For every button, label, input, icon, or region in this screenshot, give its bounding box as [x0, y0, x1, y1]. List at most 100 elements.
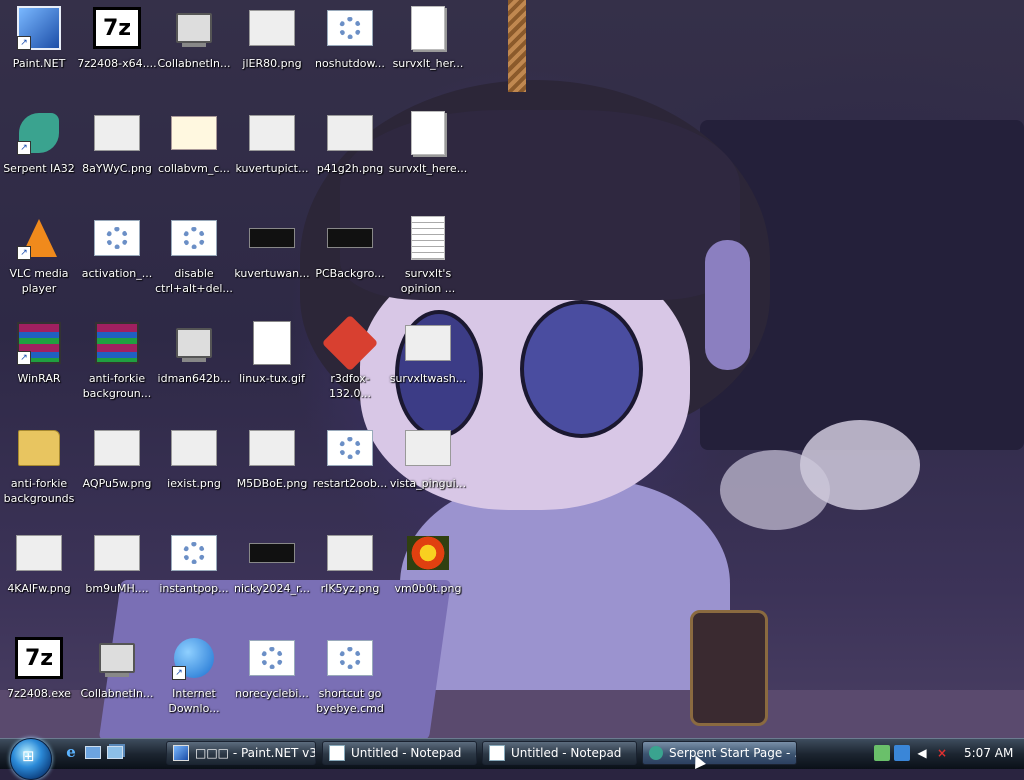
desktop-icon-label: survxlt_here... — [388, 162, 468, 175]
desktop-icon-label: Paint.NET — [12, 57, 66, 70]
desktop-icon[interactable]: r3dfox-132.0... — [311, 314, 389, 419]
wallpaper-cat-plush — [800, 420, 920, 510]
desktop-icon-label: norecyclebi... — [235, 687, 309, 700]
desktop-icon[interactable]: anti-forkie backgrounds — [0, 420, 78, 524]
shortcut-arrow-icon: ↗ — [17, 351, 31, 365]
desktop-icon-label: iexist.png — [167, 477, 221, 490]
desktop-icon-label: linux-tux.gif — [239, 372, 305, 385]
desktop-icon[interactable]: activation_... — [78, 210, 156, 314]
show-desktop-icon[interactable] — [84, 743, 102, 761]
desktop-icon[interactable]: 4KAlFw.png — [0, 525, 78, 629]
desktop-icon[interactable]: CollabnetIn... — [155, 0, 233, 104]
switch-windows-icon[interactable] — [106, 743, 124, 761]
desktop-icon-label: activation_... — [81, 267, 153, 280]
desktop-icon-label: PCBackgro... — [315, 267, 385, 280]
desktop-icon[interactable]: survxlt_her... — [389, 0, 467, 104]
desktop-icon[interactable]: ↗ Internet Downlo... — [155, 630, 233, 734]
desktop-icon[interactable]: survxlt_here... — [389, 105, 467, 209]
desktop-icon-label: kuvertupict... — [235, 162, 309, 175]
desktop-icon[interactable]: survxlt's opinion ... — [389, 210, 467, 314]
desktop-icon-label: VLC media player — [9, 267, 69, 295]
desktop-icon-label: instantpop... — [159, 582, 229, 595]
serpent-dragon-icon: ↗ — [15, 109, 63, 157]
desktop-icon-label: p41g2h.png — [316, 162, 384, 175]
shortcut-arrow-icon: ↗ — [172, 666, 186, 680]
desktop-icon[interactable]: norecyclebi... — [233, 630, 311, 734]
installer-icon — [170, 319, 218, 367]
desktop-icon[interactable]: CollabnetIn... — [78, 630, 156, 734]
blank-document-icon — [404, 4, 452, 52]
dark-image-icon — [248, 529, 296, 577]
network-icon[interactable] — [874, 745, 890, 761]
globe-icon: ↗ — [170, 634, 218, 682]
clock[interactable]: 5:07 AM — [964, 746, 1013, 760]
desktop-icon-label: CollabnetIn... — [80, 687, 154, 700]
image-thumbnail-icon — [248, 4, 296, 52]
desktop-icon[interactable]: shortcut go byebye.cmd — [311, 630, 389, 734]
desktop-icon[interactable]: linux-tux.gif — [233, 315, 311, 419]
desktop-icon-label: Serpent IA32 — [3, 162, 75, 175]
desktop-icon[interactable]: PCBackgro... — [311, 210, 389, 314]
desktop-icon[interactable]: vista_pingui... — [389, 420, 467, 524]
desktop-icon[interactable]: anti-forkie backgroun... — [78, 315, 156, 419]
start-button[interactable]: ⊞ — [10, 738, 52, 780]
desktop-icon-label: r3dfox-132.0... — [329, 372, 371, 400]
firefox-icon — [321, 314, 379, 372]
mute-indicator-icon: × — [936, 746, 948, 760]
desktop-icon[interactable]: 8aYWyC.png — [78, 105, 156, 209]
quick-launch: e — [62, 743, 124, 761]
image-thumbnail-icon — [93, 109, 141, 157]
desktop-icon[interactable]: kuvertuwan... — [233, 210, 311, 314]
desktop-icon[interactable]: ↗ VLC media player — [0, 210, 78, 314]
image-thumbnail-icon — [170, 424, 218, 472]
volume-icon[interactable]: ◀ — [914, 745, 930, 761]
desktop-icon[interactable]: idman642b... — [155, 315, 233, 419]
wallpaper-character-eye — [520, 300, 643, 438]
desktop-icon[interactable]: noshutdow... — [311, 0, 389, 104]
desktop-icon[interactable]: jlER80.png — [233, 0, 311, 104]
desktop-icon[interactable]: ↗ WinRAR — [0, 315, 78, 419]
internet-explorer-icon[interactable]: e — [62, 743, 80, 761]
computer-icon — [170, 4, 218, 52]
desktop-icon-label: survxlt_her... — [392, 57, 464, 70]
desktop-icon[interactable]: instantpop... — [155, 525, 233, 629]
desktop-icon[interactable]: disable ctrl+alt+del... — [155, 210, 233, 314]
tux-image-icon — [248, 319, 296, 367]
desktop-icon-label: jlER80.png — [242, 57, 302, 70]
7zip-icon: 7z — [15, 634, 63, 682]
desktop-icon[interactable]: iexist.png — [155, 420, 233, 524]
desktop-icon[interactable]: M5DBoE.png — [233, 420, 311, 524]
system-tray: ◀ × 5:07 AM — [864, 739, 1024, 767]
desktop-icon[interactable]: restart2oob... — [311, 420, 389, 524]
winrar-icon — [93, 319, 141, 367]
desktop-icon[interactable]: 7z 7z2408-x64.... — [77, 0, 157, 104]
shortcut-arrow-icon: ↗ — [17, 36, 31, 50]
desktop-icon[interactable]: 7z 7z2408.exe — [0, 630, 78, 734]
desktop-icon[interactable]: collabvm_c... — [155, 105, 233, 209]
desktop-icon[interactable]: kuvertupict... — [233, 105, 311, 209]
taskbar-button-notepad-2[interactable]: Untitled - Notepad — [482, 741, 637, 765]
desktop-icon[interactable]: ↗ Serpent IA32 — [0, 105, 78, 209]
desktop-icon[interactable]: bm9uMH.... — [78, 525, 156, 629]
taskbar-button-paint-net[interactable]: □□□ - Paint.NET v3.0 — [166, 741, 316, 765]
taskbar-button-label: Serpent Start Page - ... — [669, 746, 797, 760]
registry-settings-icon — [248, 634, 296, 682]
desktop-icon[interactable]: AQPu5w.png — [78, 420, 156, 524]
desktop-icon-label: AQPu5w.png — [82, 477, 152, 490]
desktop-icon[interactable]: vm0b0t.png — [389, 525, 467, 629]
security-center-icon[interactable] — [894, 745, 910, 761]
dark-image-icon — [248, 214, 296, 262]
desktop-icon[interactable]: nicky2024_r... — [233, 525, 311, 629]
desktop-icon[interactable]: rIK5yz.png — [311, 525, 389, 629]
desktop-icon-label: anti-forkie backgrounds — [3, 477, 75, 505]
desktop-icon[interactable]: ↗ Paint.NET — [0, 0, 78, 104]
taskbar-button-serpent[interactable]: Serpent Start Page - ... — [642, 741, 797, 765]
taskbar-button-notepad-1[interactable]: Untitled - Notepad — [322, 741, 477, 765]
desktop-icon-label: 7z2408-x64.... — [77, 57, 157, 70]
desktop-icon[interactable]: p41g2h.png — [311, 105, 389, 209]
image-thumbnail-icon — [93, 424, 141, 472]
registry-settings-icon — [170, 214, 218, 262]
desktop-icon-label: collabvm_c... — [158, 162, 230, 175]
image-thumbnail-icon — [326, 529, 374, 577]
desktop-icon[interactable]: survxltwash... — [389, 315, 467, 419]
